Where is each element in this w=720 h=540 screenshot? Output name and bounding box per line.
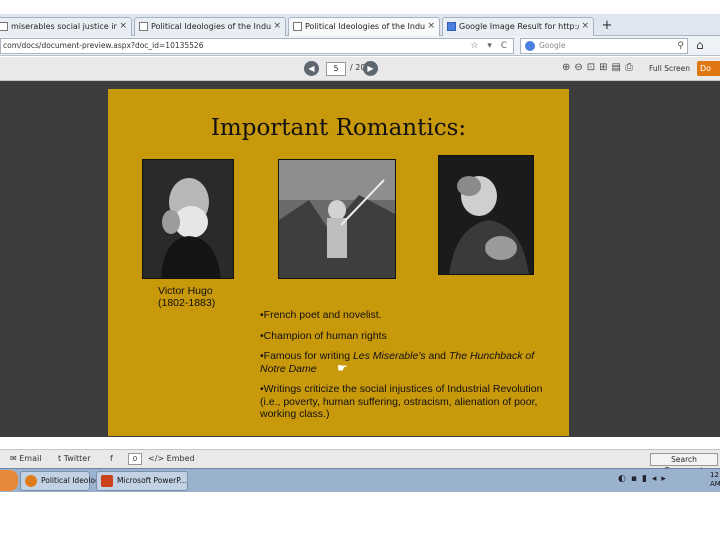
email-label: Email (19, 454, 42, 463)
powerpoint-icon (101, 475, 113, 487)
close-icon[interactable]: × (427, 18, 435, 35)
slide: Important Romantics: Victor Hugo (1802-1… (108, 89, 569, 436)
document-toolbar: ◀ 5 / 20 ▶ ⊕⊖⊡⊞▤⎙ Full Screen Do (0, 57, 720, 81)
clock: 12 AM (710, 471, 720, 488)
zoom-tools-icon[interactable]: ⊕⊖⊡⊞▤⎙ (562, 62, 637, 73)
search-icon[interactable]: ⚲ (677, 39, 684, 53)
google-icon (525, 41, 535, 51)
next-page-button[interactable]: ▶ (363, 61, 378, 76)
close-icon[interactable]: × (119, 18, 127, 35)
twitter-button[interactable]: t Twitter (58, 454, 91, 463)
bullet-text: and (425, 350, 449, 362)
document-viewer: Important Romantics: Victor Hugo (1802-1… (0, 81, 720, 437)
bullet-item: •Writings criticize the social injustice… (260, 383, 543, 420)
tab-label: miserables social justice industrial ... (11, 22, 117, 31)
tab-label: Political Ideologies of the Industrial R… (305, 22, 425, 31)
portrait-caption: Victor Hugo (1802-1883) (158, 285, 215, 309)
search-bar[interactable]: Google ⚲ (520, 38, 688, 54)
browser-tab-bar: miserables social justice industrial ...… (0, 14, 720, 36)
previous-page-button[interactable]: ◀ (304, 61, 319, 76)
tab-3-active[interactable]: Political Ideologies of the Industrial R… (288, 17, 440, 36)
tab-label: Political Ideologies of the Industrial R… (151, 22, 271, 31)
search-document-button[interactable]: Search Document (650, 453, 718, 475)
bookmark-star-icon[interactable]: ☆ ▾ C (470, 39, 510, 53)
like-icon[interactable]: f (110, 454, 113, 463)
bullet-item: •Champion of human rights (260, 329, 387, 342)
screen: miserables social justice industrial ...… (0, 0, 720, 540)
new-tab-button[interactable]: + (600, 19, 614, 33)
email-button[interactable]: ✉ Email (10, 454, 41, 463)
page-number-input[interactable]: 5 (326, 62, 346, 76)
home-icon[interactable]: ⌂ (696, 38, 704, 52)
navigation-bar: com/docs/document-preview.aspx?doc_id=10… (0, 36, 720, 56)
share-bar: ✉ Email t Twitter f 0 </> Embed Search D… (0, 449, 720, 475)
search-placeholder: Google (539, 41, 566, 50)
taskbar-item-firefox[interactable]: Political Ideologie... (20, 471, 114, 491)
taskbar: Political Ideologie... Microsoft PowerP.… (0, 468, 720, 492)
victor-hugo-portrait (142, 159, 234, 279)
url-text: com/docs/document-preview.aspx?doc_id=10… (3, 41, 204, 50)
embed-button[interactable]: </> Embed (148, 454, 195, 463)
hand-cursor-icon: ☛ (337, 361, 348, 375)
les-miserables-illustration (278, 159, 396, 279)
full-screen-button[interactable]: Full Screen (649, 64, 690, 73)
slide-title: Important Romantics: (210, 115, 467, 141)
hunchback-photo (438, 155, 534, 275)
google-icon (447, 22, 456, 31)
bullet-item: •Famous for writing Les Miserable's and … (260, 350, 560, 375)
twitter-label: Twitter (63, 454, 91, 463)
page-icon (0, 22, 8, 31)
start-button[interactable] (0, 470, 18, 491)
address-bar[interactable]: com/docs/document-preview.aspx?doc_id=10… (0, 38, 514, 54)
tab-2[interactable]: Political Ideologies of the Industrial R… (134, 17, 286, 36)
taskbar-item-powerpoint[interactable]: Microsoft PowerP... (96, 471, 188, 491)
tab-label: Google Image Result for http://1.bp.b... (459, 22, 579, 31)
bullet-item: •French poet and novelist. (260, 309, 382, 321)
close-icon[interactable]: × (273, 18, 281, 35)
firefox-icon (25, 475, 37, 487)
download-button[interactable]: Do (697, 61, 720, 76)
system-tray-icons[interactable]: ◐▪▮◂▸ (618, 474, 671, 484)
close-icon[interactable]: × (581, 18, 589, 35)
page-icon (293, 22, 302, 31)
bullet-list: •French poet and novelist. •Champion of … (260, 309, 560, 429)
caption-years: (1802-1883) (158, 297, 216, 309)
book-title: Les Miserable's (352, 350, 426, 362)
tab-1[interactable]: miserables social justice industrial ...… (0, 17, 132, 36)
taskbar-item-label: Microsoft PowerP... (117, 476, 187, 485)
page-icon (139, 22, 148, 31)
caption-name: Victor Hugo (158, 285, 213, 297)
embed-label: Embed (166, 454, 195, 463)
tab-4[interactable]: Google Image Result for http://1.bp.b...… (442, 17, 594, 36)
like-count: 0 (128, 453, 142, 465)
